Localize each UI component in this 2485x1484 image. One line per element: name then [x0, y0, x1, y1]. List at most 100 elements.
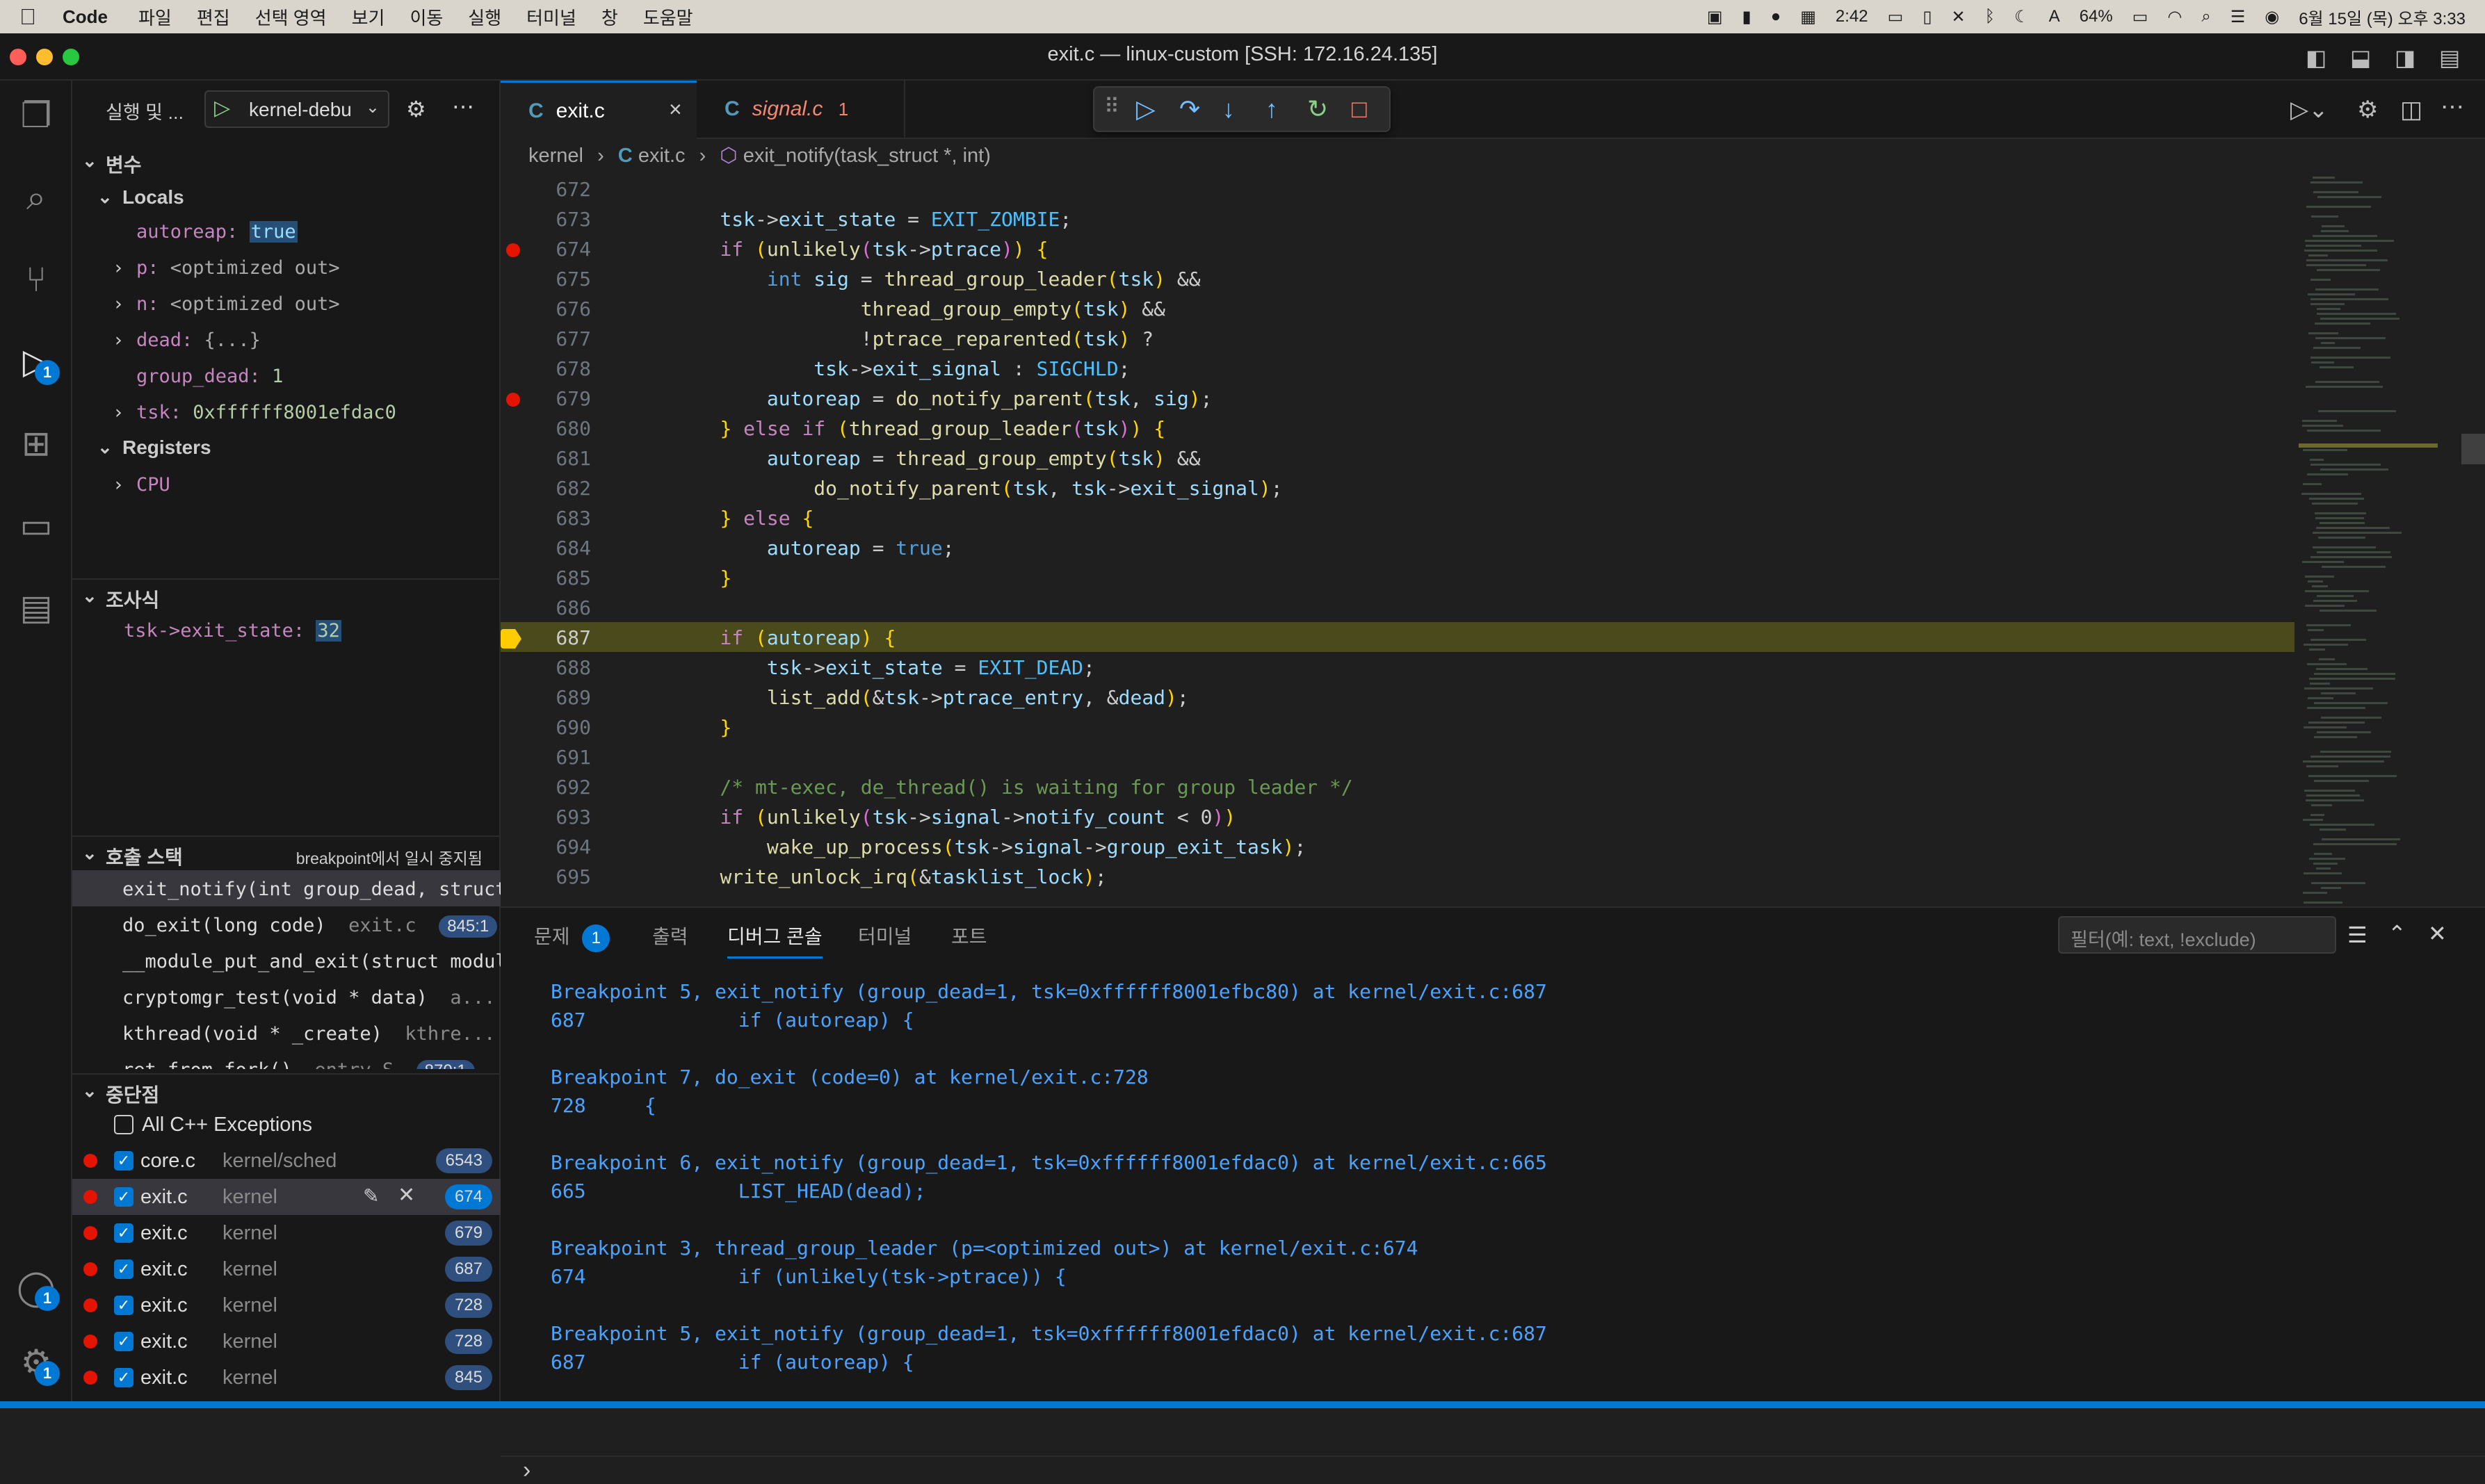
- line-number[interactable]: 674: [528, 238, 591, 261]
- variables-section-header[interactable]: ⌄ 변수: [72, 145, 501, 179]
- close-panel-icon[interactable]: ✕: [2428, 920, 2447, 947]
- breadcrumb-file[interactable]: exit.c: [638, 145, 686, 167]
- register-cpu[interactable]: › CPU: [72, 467, 501, 503]
- step-into-icon[interactable]: ↓: [1222, 95, 1235, 124]
- tab-signal-c[interactable]: Csignal.c 1: [697, 81, 905, 139]
- code-line[interactable]: 672: [501, 175, 2294, 204]
- more-actions-icon[interactable]: ⋯: [2441, 93, 2464, 121]
- menu-help[interactable]: 도움말: [643, 4, 693, 30]
- code-line[interactable]: 694 wake_up_process(tsk->signal->group_e…: [501, 831, 2294, 861]
- code-line[interactable]: 692 /* mt-exec, de_thread() is waiting f…: [501, 772, 2294, 801]
- tab-ports[interactable]: 포트: [951, 922, 987, 949]
- bluetooth-icon[interactable]: ᛒ: [1985, 7, 1995, 26]
- code-line[interactable]: 690 }: [501, 712, 2294, 742]
- input-source-icon[interactable]: A: [2049, 7, 2060, 26]
- line-number[interactable]: 684: [528, 537, 591, 560]
- mute-icon[interactable]: ✕: [1952, 7, 1966, 27]
- code-line[interactable]: 688 tsk->exit_state = EXIT_DEAD;: [501, 652, 2294, 682]
- menu-window[interactable]: 창: [601, 4, 618, 30]
- line-number[interactable]: 672: [528, 178, 591, 201]
- stack-frame[interactable]: ret_from_fork() entry.S 870:1: [72, 1051, 501, 1069]
- checkbox-checked[interactable]: ✓: [114, 1187, 133, 1207]
- minimap[interactable]: [2299, 177, 2438, 976]
- breakpoint-item[interactable]: ✓ exit.c kernel 687: [72, 1251, 501, 1287]
- siri-icon[interactable]: ◉: [2265, 7, 2279, 27]
- locals-scope[interactable]: ⌄ Locals: [72, 181, 501, 215]
- code-line[interactable]: 687 if (autoreap) {: [501, 622, 2294, 652]
- console-filter-input[interactable]: 필터(예: text, !exclude): [2058, 916, 2336, 954]
- line-number[interactable]: 693: [528, 806, 591, 829]
- line-number[interactable]: 679: [528, 387, 591, 410]
- clear-console-icon[interactable]: ☰: [2347, 922, 2367, 948]
- control-center-icon[interactable]: ☰: [2231, 7, 2246, 27]
- tab-exit-c[interactable]: Cexit.c ×: [501, 81, 697, 139]
- code-line[interactable]: 677 !ptrace_reparented(tsk) ?: [501, 323, 2294, 353]
- extensions-icon[interactable]: ⊞: [15, 423, 57, 464]
- apple-menu-icon[interactable]: : [19, 4, 36, 30]
- code-editor[interactable]: 672 673 tsk->exit_state = EXIT_ZOMBIE; 674…: [501, 175, 2294, 976]
- line-number[interactable]: 680: [528, 417, 591, 440]
- line-number[interactable]: 688: [528, 656, 591, 679]
- run-debug-dropdown-icon[interactable]: ▷⌄: [2290, 96, 2329, 124]
- app-icon[interactable]: ▣: [1707, 7, 1723, 27]
- source-control-icon[interactable]: ⑂: [15, 259, 57, 300]
- tab-output[interactable]: 출력: [652, 922, 688, 949]
- line-number[interactable]: 676: [528, 297, 591, 320]
- breadcrumb-symbol[interactable]: exit_notify(task_struct *, int): [743, 145, 991, 167]
- code-line[interactable]: 683 } else {: [501, 503, 2294, 532]
- continue-icon[interactable]: ▷: [1136, 95, 1156, 124]
- checkbox-checked[interactable]: ✓: [114, 1223, 133, 1243]
- breakpoint-item[interactable]: ✓ exit.c kernel 728: [72, 1287, 501, 1323]
- code-line[interactable]: 693 if (unlikely(tsk->signal->notify_cou…: [501, 801, 2294, 831]
- search-icon[interactable]: ⌕: [15, 177, 57, 218]
- line-number[interactable]: 687: [528, 626, 591, 649]
- debug-gear-icon[interactable]: ⚙: [2357, 96, 2378, 124]
- stack-frame[interactable]: do_exit(long code) exit.c 845:1: [72, 906, 501, 943]
- tab-terminal[interactable]: 터미널: [858, 922, 912, 949]
- breakpoint-item[interactable]: ✓ exit.c kernel ✎ ✕ 674: [72, 1179, 501, 1215]
- watch-section-header[interactable]: ⌄ 조사식: [72, 578, 501, 613]
- code-line[interactable]: 676 thread_group_empty(tsk) &&: [501, 293, 2294, 323]
- close-tab-icon[interactable]: ×: [669, 97, 682, 122]
- breakpoint-item[interactable]: ✓ exit.c kernel 845: [72, 1360, 501, 1396]
- checkbox-unchecked[interactable]: [114, 1115, 133, 1134]
- menu-selection[interactable]: 선택 영역: [255, 4, 327, 30]
- code-line[interactable]: 674 if (unlikely(tsk->ptrace)) {: [501, 234, 2294, 263]
- code-line[interactable]: 682 do_notify_parent(tsk, tsk->exit_sign…: [501, 473, 2294, 503]
- debug-config-select[interactable]: ▷ kernel-debu ⌄: [204, 90, 389, 128]
- menu-run[interactable]: 실행: [468, 4, 501, 30]
- line-number[interactable]: 694: [528, 835, 591, 858]
- code-line[interactable]: 678 tsk->exit_signal : SIGCHLD;: [501, 353, 2294, 383]
- menu-terminal[interactable]: 터미널: [526, 4, 576, 30]
- wifi-icon[interactable]: ◠: [2167, 7, 2182, 27]
- checkbox-checked[interactable]: ✓: [114, 1259, 133, 1279]
- line-number[interactable]: 691: [528, 746, 591, 769]
- line-number[interactable]: 685: [528, 566, 591, 589]
- line-number[interactable]: 682: [528, 477, 591, 500]
- breakpoint-dot-icon[interactable]: [506, 393, 520, 407]
- code-line[interactable]: 673 tsk->exit_state = EXIT_ZOMBIE;: [501, 204, 2294, 234]
- stack-frame[interactable]: exit_notify(int group_dead, struct: [72, 870, 501, 906]
- app-menu[interactable]: Code: [63, 6, 108, 28]
- stack-frame[interactable]: cryptomgr_test(void * data) a...: [72, 979, 501, 1015]
- layout-icon[interactable]: ▦: [1800, 7, 1816, 27]
- checkbox-checked[interactable]: ✓: [114, 1296, 133, 1315]
- menu-file[interactable]: 파일: [138, 4, 172, 30]
- moon-icon[interactable]: ☾: [2014, 7, 2030, 27]
- code-line[interactable]: 679 autoreap = do_notify_parent(tsk, sig…: [501, 383, 2294, 413]
- variable-tsk[interactable]: › tsk: 0xffffff8001efdac0: [72, 395, 501, 431]
- tab-debug-console[interactable]: 디버그 콘솔: [727, 922, 823, 959]
- line-number[interactable]: 675: [528, 268, 591, 291]
- checkbox-checked[interactable]: ✓: [114, 1368, 133, 1387]
- drag-handle-icon[interactable]: ⠿: [1104, 95, 1119, 119]
- stop-icon[interactable]: □: [1352, 95, 1367, 124]
- checkbox-checked[interactable]: ✓: [114, 1332, 133, 1351]
- line-number[interactable]: 690: [528, 716, 591, 739]
- code-line[interactable]: 686: [501, 592, 2294, 622]
- testing-icon[interactable]: ▤: [15, 587, 57, 628]
- remove-breakpoint-icon[interactable]: ✕: [398, 1183, 415, 1207]
- step-over-icon[interactable]: ↷: [1179, 95, 1200, 124]
- line-number[interactable]: 686: [528, 596, 591, 619]
- battery-icon[interactable]: ▭: [2132, 7, 2148, 27]
- console-input-row[interactable]: ›: [501, 1456, 2485, 1483]
